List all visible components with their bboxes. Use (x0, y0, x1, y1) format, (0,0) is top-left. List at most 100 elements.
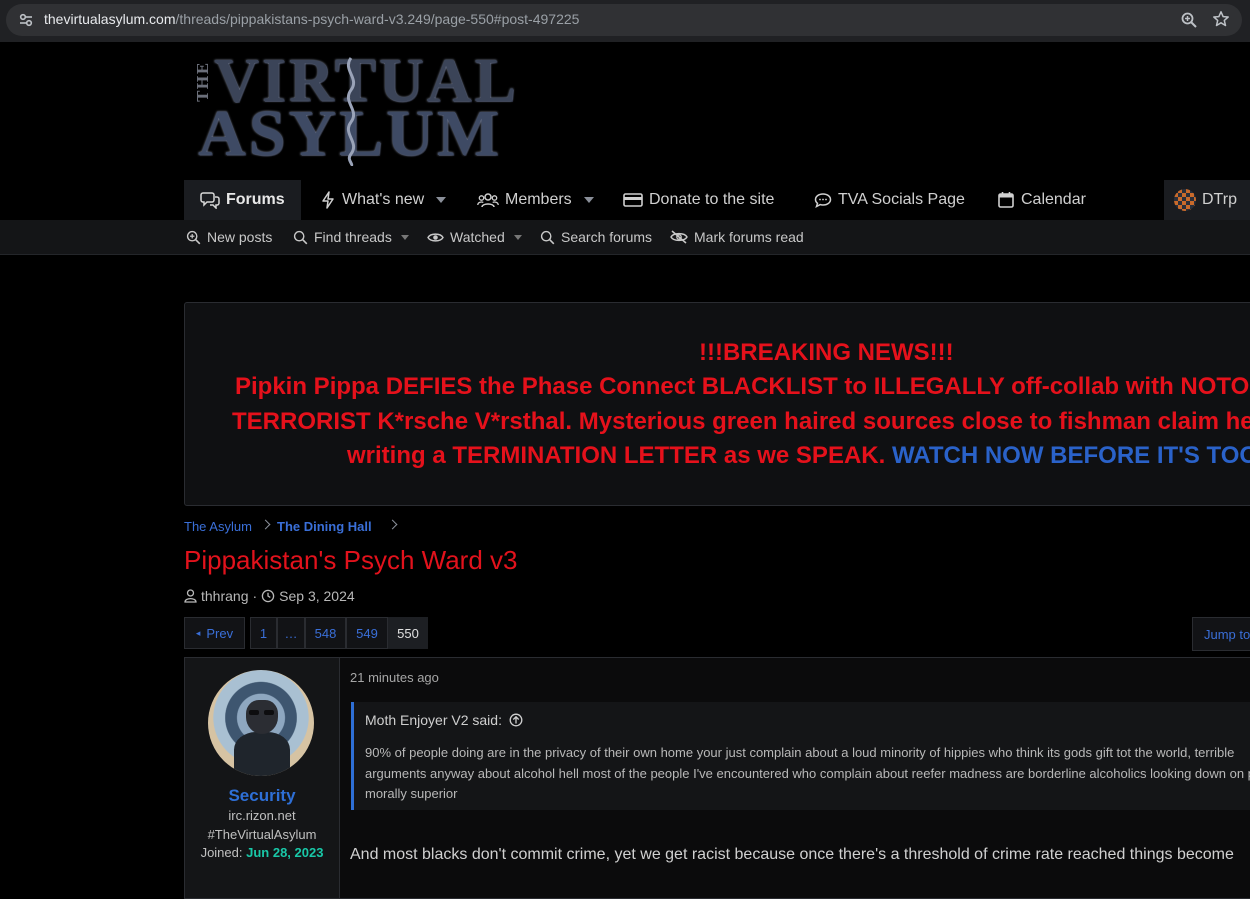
post-user-panel: Security irc.rizon.net #TheVirtualAsylum… (185, 658, 340, 898)
pagination-ellipsis[interactable]: … (277, 617, 305, 649)
user-title-line1: irc.rizon.net (228, 808, 296, 823)
nav-members-label: Members (505, 191, 572, 208)
pagination-page[interactable]: 1 (250, 617, 277, 649)
bolt-icon (322, 191, 334, 209)
post: Security irc.rizon.net #TheVirtualAsylum… (184, 657, 1250, 899)
sub-nav: New posts Find threads Watched Search fo… (0, 220, 1250, 255)
meta-separator: · (252, 588, 258, 604)
post-username[interactable]: Security (185, 786, 339, 806)
jump-to-page-button[interactable]: Jump to (1192, 617, 1250, 651)
subnav-find-threads[interactable]: Find threads (293, 220, 409, 254)
address-bar[interactable]: thevirtualasylum.com/threads/pippakistan… (6, 4, 1242, 36)
thread-author[interactable]: thhrang (201, 588, 248, 604)
pagination-page[interactable]: 549 (346, 617, 388, 649)
main-nav: Forums What's new Members Donate to the … (0, 180, 1250, 220)
chevron-right-icon (260, 519, 271, 530)
pagination-prev-label: Prev (206, 625, 234, 641)
avatar-eye (249, 710, 259, 715)
eye-icon (427, 232, 444, 242)
nav-socials[interactable]: TVA Socials Page (814, 180, 965, 220)
subnav-new-posts-label: New posts (207, 229, 273, 245)
nav-donate-label: Donate to the site (649, 191, 775, 208)
avatar-face (246, 700, 278, 734)
avatar-body (234, 732, 290, 776)
url-text[interactable]: thevirtualasylum.com/threads/pippakistan… (44, 11, 579, 27)
subnav-new-posts[interactable]: New posts (186, 220, 272, 254)
search-icon (540, 230, 555, 244)
breaking-news-notice: !!!BREAKING NEWS!!! Pipkin Pippa DEFIES … (184, 302, 1250, 506)
pagination-current-page[interactable]: 550 (388, 617, 428, 649)
post-text: And most blacks don't commit crime, yet … (350, 846, 1234, 863)
notice-line2: Pipkin Pippa DEFIES the Phase Connect BL… (235, 373, 1250, 400)
user-title-line2: #TheVirtualAsylum (207, 827, 317, 842)
quote-block: Moth Enjoyer V2 said: 90% of people doin… (351, 702, 1250, 810)
pagination-page[interactable]: 548 (305, 617, 346, 649)
nav-calendar-label: Calendar (1021, 191, 1086, 208)
star-icon[interactable] (1212, 10, 1230, 28)
subnav-mark-read[interactable]: Mark forums read (670, 220, 804, 254)
post-body: 21 minutes ago Moth Enjoyer V2 said: 90%… (340, 658, 1250, 898)
quote-author: Moth Enjoyer V2 said: (365, 712, 502, 728)
chevron-down-icon[interactable] (400, 234, 409, 240)
subnav-find-threads-label: Find threads (314, 229, 392, 245)
nav-whats-new-label: What's new (342, 191, 425, 208)
new-posts-icon (186, 230, 201, 244)
subnav-search-forums-label: Search forums (561, 229, 653, 245)
quote-text-line1: 90% of people doing are in the privacy o… (365, 745, 1235, 760)
joined-date: Jun 28, 2023 (246, 845, 324, 860)
subnav-watched[interactable]: Watched (427, 220, 522, 254)
nav-whats-new[interactable]: What's new (320, 180, 447, 220)
user-icon (184, 589, 197, 603)
notice-line4-text: writing a TERMINATION LETTER as we SPEAK… (347, 442, 892, 469)
avatar[interactable] (208, 670, 314, 776)
subnav-watched-label: Watched (450, 229, 505, 245)
avatar (1174, 189, 1196, 211)
url-host: thevirtualasylum.com (44, 11, 176, 27)
post-timestamp[interactable]: 21 minutes ago (350, 670, 439, 685)
notice-line3: TERRORIST K*rsche V*rsthal. Mysterious g… (232, 408, 1250, 435)
calendar-icon (998, 192, 1014, 208)
nav-socials-label: TVA Socials Page (838, 191, 965, 208)
quote-text-line3: morally superior (365, 786, 458, 801)
zoom-icon[interactable] (1180, 11, 1198, 29)
thread-date[interactable]: Sep 3, 2024 (279, 588, 355, 604)
card-icon (623, 193, 643, 207)
joined-label: Joined: (200, 845, 243, 860)
chevron-left-icon: ◂ (195, 627, 201, 638)
subnav-search-forums[interactable]: Search forums (540, 220, 652, 254)
arrow-up-circle-icon[interactable] (509, 713, 523, 727)
quote-header[interactable]: Moth Enjoyer V2 said: (365, 712, 523, 728)
browser-toolbar: thevirtualasylum.com/threads/pippakistan… (0, 0, 1250, 42)
eye-off-icon (670, 230, 688, 244)
chat-icon (814, 193, 832, 208)
nav-donate[interactable]: Donate to the site (623, 180, 774, 220)
nav-members[interactable]: Members (477, 180, 594, 220)
chevron-right-icon (387, 519, 398, 530)
url-path: /threads/pippakistans-psych-ward-v3.249/… (175, 11, 580, 27)
nav-forums[interactable]: Forums (184, 180, 301, 220)
forums-icon (200, 192, 220, 209)
account-menu[interactable]: DTrp (1164, 180, 1250, 220)
user-joined: Joined: Jun 28, 2023 (185, 845, 339, 860)
chevron-down-icon[interactable] (513, 234, 522, 240)
quote-text-line2: arguments anyway about alcohol hell most… (365, 766, 1250, 781)
breadcrumb-item-asylum[interactable]: The Asylum (184, 519, 252, 534)
pagination-prev[interactable]: ◂ Prev (184, 617, 245, 649)
search-icon (293, 230, 308, 244)
breadcrumb-item-dining-hall[interactable]: The Dining Hall (277, 519, 372, 534)
site-logo[interactable]: THE VIRTUAL ASYLUM (190, 52, 520, 168)
avatar-eye (264, 710, 274, 715)
page-title: Pippakistan's Psych Ward v3 (184, 545, 518, 575)
notice-headline: !!!BREAKING NEWS!!! (699, 339, 954, 366)
nav-calendar[interactable]: Calendar (997, 180, 1086, 220)
members-icon (477, 193, 499, 208)
subnav-mark-read-label: Mark forums read (694, 229, 804, 245)
clock-icon (261, 589, 275, 603)
pagination: ◂ Prev 1 … 548 549 550 (184, 617, 428, 649)
account-username: DTrp (1202, 191, 1237, 208)
nav-forums-label: Forums (226, 191, 285, 208)
notice-watch-link[interactable]: WATCH NOW BEFORE IT'S TOO LATE (892, 442, 1250, 469)
chevron-down-icon[interactable] (583, 197, 594, 203)
tune-icon[interactable] (18, 12, 34, 28)
chevron-down-icon[interactable] (436, 197, 447, 203)
